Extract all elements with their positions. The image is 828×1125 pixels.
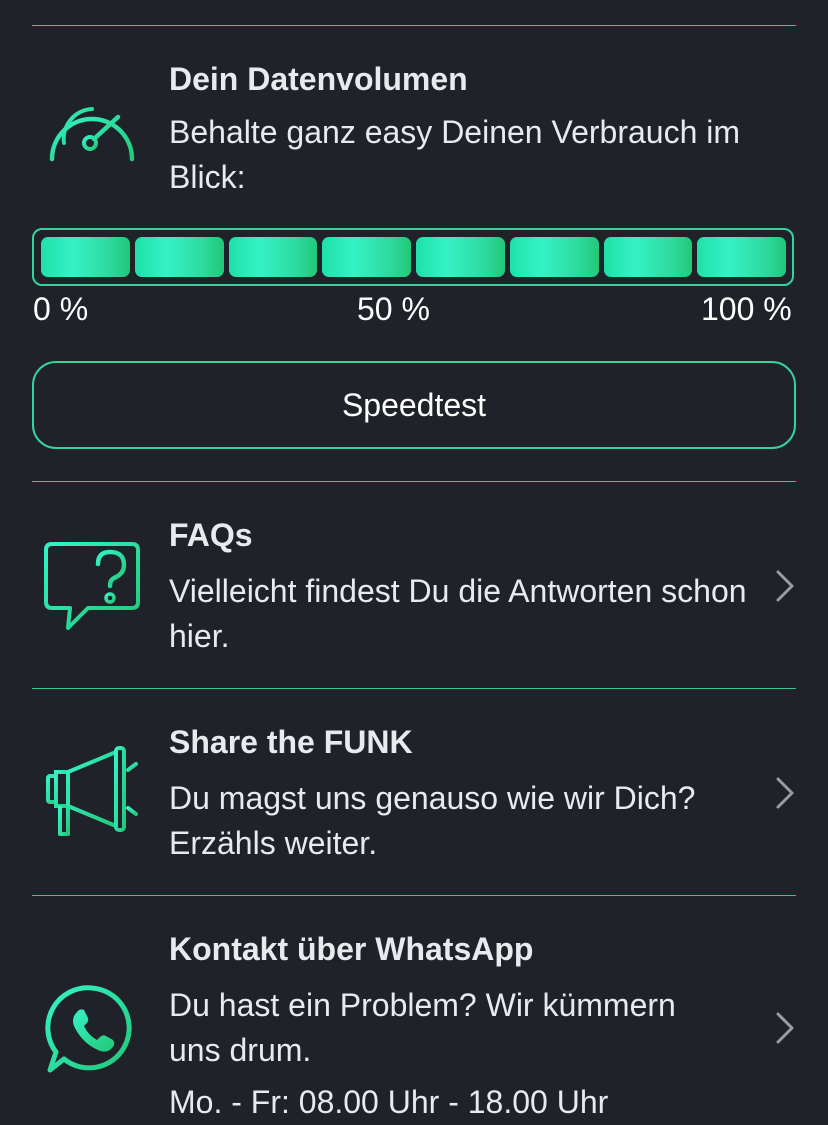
whatsapp-icon [45, 985, 132, 1073]
usage-bar-segment [603, 237, 693, 277]
data-volume-title: Dein Datenvolumen [169, 61, 468, 97]
faq-description: Vielleicht findest Du die Antworten scho… [169, 573, 747, 654]
usage-bar-segment [509, 237, 599, 277]
speedtest-button[interactable]: Speedtest [32, 361, 796, 449]
whatsapp-description: Du hast ein Problem? Wir kümmern uns dru… [169, 987, 676, 1068]
usage-bar-segment [41, 237, 130, 277]
megaphone-icon [46, 746, 140, 836]
usage-bar-segment [697, 237, 786, 277]
whatsapp-title: Kontakt über WhatsApp [169, 931, 534, 967]
usage-bar-segment [416, 237, 505, 277]
faq-chat-icon [44, 542, 140, 630]
data-volume-description: Behalte ganz easy Deinen Verbrauch im Bl… [169, 114, 741, 195]
speedometer-icon [49, 107, 135, 162]
share-title: Share the FUNK [169, 724, 413, 760]
usage-bar-segment [134, 237, 224, 277]
usage-label-min: 0 % [33, 291, 89, 327]
divider-top [32, 25, 796, 26]
data-usage-progress-bar [32, 228, 794, 286]
usage-label-max: 100 % [701, 291, 792, 327]
chevron-right-icon [776, 1012, 794, 1044]
share-description: Du magst uns genauso wie wir Dich? Erzäh… [169, 780, 696, 861]
usage-bar-segment [228, 237, 318, 277]
chevron-right-icon [776, 777, 794, 809]
usage-label-mid: 50 % [357, 291, 430, 327]
whatsapp-hours: Mo. - Fr: 08.00 Uhr - 18.00 Uhr [169, 1084, 609, 1120]
faq-title: FAQs [169, 517, 253, 553]
usage-bar-segment [322, 237, 411, 277]
chevron-right-icon [776, 570, 794, 602]
